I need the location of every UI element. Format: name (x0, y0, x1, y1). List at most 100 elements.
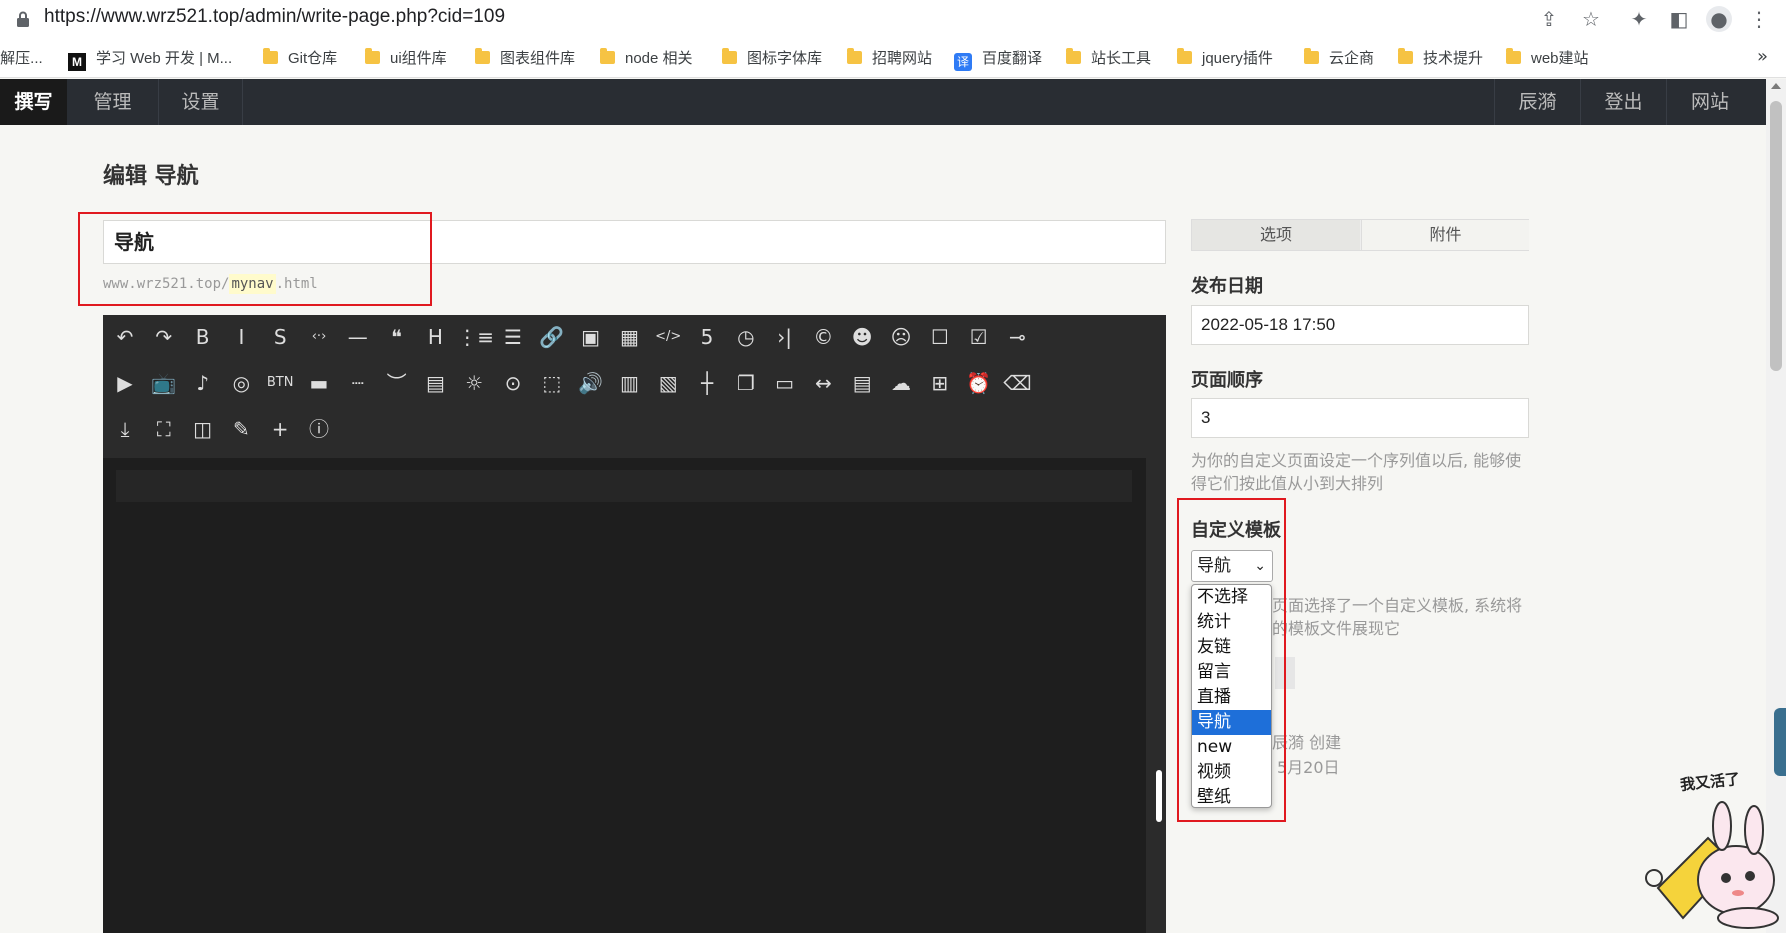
music-icon[interactable]: ♪ (186, 366, 220, 400)
folder-icon (263, 48, 278, 64)
bookmark-item[interactable]: 译百度翻译 (954, 48, 1042, 71)
side-widget-tab[interactable] (1774, 708, 1786, 776)
more-icon[interactable]: ›| (768, 320, 802, 354)
hr-icon[interactable]: — (341, 320, 375, 354)
btn-icon[interactable]: BTN (263, 366, 297, 400)
dashes-icon[interactable]: ┈ (341, 366, 375, 400)
bookmark-folder[interactable]: 图标字体库 (722, 48, 822, 70)
publish-date-input[interactable]: 2022-05-18 17:50 (1191, 305, 1529, 345)
scroll-up-arrow-icon[interactable] (1771, 83, 1781, 89)
bookmark-folder[interactable]: 云企商 (1304, 48, 1374, 70)
folder-icon (1304, 48, 1319, 64)
bookmark-folder[interactable]: jquery插件 (1177, 48, 1273, 70)
mascot-rabbit-icon[interactable] (1638, 768, 1786, 933)
card-icon[interactable]: ▤ (418, 366, 452, 400)
image-icon[interactable]: ▣ (574, 320, 608, 354)
checkbox-checked-icon[interactable]: ☑ (962, 320, 996, 354)
menu-kebab-icon[interactable]: ⋮ (1746, 6, 1772, 32)
audio-icon[interactable]: 🔊 (574, 366, 608, 400)
quote-icon[interactable]: ❝ (380, 320, 414, 354)
tv-icon[interactable]: 📺 (147, 366, 181, 400)
gallery-icon[interactable]: ▥ (612, 366, 646, 400)
bookmark-star-icon[interactable]: ☆ (1578, 6, 1604, 32)
ordered-list-icon[interactable]: ⋮≡ (457, 320, 494, 354)
nav-website[interactable]: 网站 (1667, 79, 1753, 125)
grid-icon[interactable]: ⊞ (923, 366, 957, 400)
copyright-icon[interactable]: © (806, 320, 840, 354)
copy-icon[interactable]: ❐ (729, 366, 763, 400)
plus-icon[interactable]: + (263, 412, 297, 446)
share-icon[interactable]: ⇪ (1536, 6, 1562, 32)
tab-attachments[interactable]: 附件 (1361, 220, 1529, 250)
panel-icon[interactable]: ▤ (845, 366, 879, 400)
html5-icon[interactable]: 5 (690, 320, 724, 354)
scrollbar-thumb[interactable] (1770, 101, 1782, 371)
frame-icon[interactable]: ⬚ (535, 366, 569, 400)
video-icon[interactable]: ▶ (108, 366, 142, 400)
bookmark-folder[interactable]: ui组件库 (365, 48, 447, 70)
info-icon[interactable]: ⓘ (302, 412, 336, 446)
download-icon[interactable]: ⤓ (108, 412, 142, 446)
netease-icon[interactable]: ◎ (224, 366, 258, 400)
link-icon[interactable]: 🔗 (535, 320, 569, 354)
nav-write[interactable]: 撰写 (0, 79, 67, 125)
checkbox-empty-icon[interactable]: ☐ (923, 320, 957, 354)
bar-icon[interactable]: ▬ (302, 366, 336, 400)
pencil-icon[interactable]: ✎ (224, 412, 258, 446)
tabs-icon[interactable]: ▭ (768, 366, 802, 400)
bookmark-folder[interactable]: 图表组件库 (475, 48, 575, 70)
profile-avatar-icon[interactable]: ● (1706, 6, 1732, 32)
fullscreen-icon[interactable]: ⛶ (147, 412, 181, 446)
bookmark-folder[interactable]: Git仓库 (263, 48, 337, 70)
order-input[interactable]: 3 (1191, 398, 1529, 438)
code-block-icon[interactable]: </> (651, 320, 685, 354)
strikethrough-icon[interactable]: S (263, 320, 297, 354)
alarm-icon[interactable]: ⏰ (962, 366, 996, 400)
emoji-sad-icon[interactable]: ☹ (884, 320, 918, 354)
nav-logout[interactable]: 登出 (1581, 79, 1666, 125)
nav-user[interactable]: 辰漪 (1495, 79, 1580, 125)
bold-icon[interactable]: B (186, 320, 220, 354)
extensions-icon[interactable]: ✦ (1626, 6, 1652, 32)
hide-icon[interactable]: ︶ (380, 366, 414, 400)
bookmark-folder[interactable]: web建站 (1506, 48, 1589, 70)
bookmark-folder[interactable]: 技术提升 (1398, 48, 1483, 70)
switch-icon[interactable]: ⊙ (496, 366, 530, 400)
editor-scrollbar-thumb[interactable] (1156, 770, 1162, 822)
order-hint: 为你的自定义页面设定一个序列值以后, 能够使 得它们按此值从小到大排列 (1191, 451, 1522, 493)
eraser-icon[interactable]: ⌫ (1000, 366, 1034, 400)
markdown-editor: ↶ ↷ B I S ‹·› — ❝ H ⋮≡ ☰ 🔗 ▣ ▦ </> 5 ◷ ›| © ☻ ☹ ☐ ☑ ⊸ ▶ 📺 ♪ ◎ BTN ▬ ┈… (103, 315, 1166, 933)
tab-options[interactable]: 选项 (1192, 220, 1360, 250)
editor-scrollbar[interactable] (1153, 315, 1166, 933)
cloud-icon[interactable]: ☁ (884, 366, 918, 400)
code-inline-icon[interactable]: ‹·› (302, 320, 336, 354)
nav-settings[interactable]: 设置 (159, 79, 242, 125)
bookmarks-overflow-icon[interactable]: » (1757, 46, 1768, 67)
line-icon[interactable]: ↔ (806, 366, 840, 400)
bookmark-folder[interactable]: 站长工具 (1066, 48, 1151, 70)
nav-manage[interactable]: 管理 (67, 79, 158, 125)
toolbar-row-1: ↶ ↷ B I S ‹·› — ❝ H ⋮≡ ☰ 🔗 ▣ ▦ </> 5 ◷ ›| © ☻ ☹ ☐ ☑ ⊸ (103, 315, 1166, 359)
toggle-icon[interactable]: ⊸ (1000, 320, 1034, 354)
bulb-icon[interactable]: ☼ (457, 366, 491, 400)
undo-icon[interactable]: ↶ (108, 320, 142, 354)
url-field[interactable]: https://www.wrz521.top/admin/write-page.… (44, 6, 505, 28)
table-icon[interactable]: ▦ (612, 320, 646, 354)
timeline-icon[interactable]: ┼ (690, 366, 724, 400)
window-icon[interactable]: ◫ (186, 412, 220, 446)
heading-icon[interactable]: H (418, 320, 452, 354)
redo-icon[interactable]: ↷ (147, 320, 181, 354)
bookmark-item[interactable]: /解压... (0, 48, 43, 70)
emoji-smile-icon[interactable]: ☻ (845, 320, 879, 354)
sidepanel-icon[interactable]: ◧ (1666, 6, 1692, 32)
bookmark-item[interactable]: M 学习 Web 开发 | M... (68, 48, 232, 71)
folder-icon (600, 48, 615, 64)
clock-icon[interactable]: ◷ (729, 320, 763, 354)
italic-icon[interactable]: I (224, 320, 258, 354)
bookmark-folder[interactable]: node 相关 (600, 48, 693, 70)
unordered-list-icon[interactable]: ☰ (496, 320, 530, 354)
note-icon[interactable]: ▧ (651, 366, 685, 400)
mdn-logo-icon: M (68, 53, 86, 71)
editor-textarea[interactable] (103, 458, 1146, 933)
bookmark-folder[interactable]: 招聘网站 (847, 48, 932, 70)
